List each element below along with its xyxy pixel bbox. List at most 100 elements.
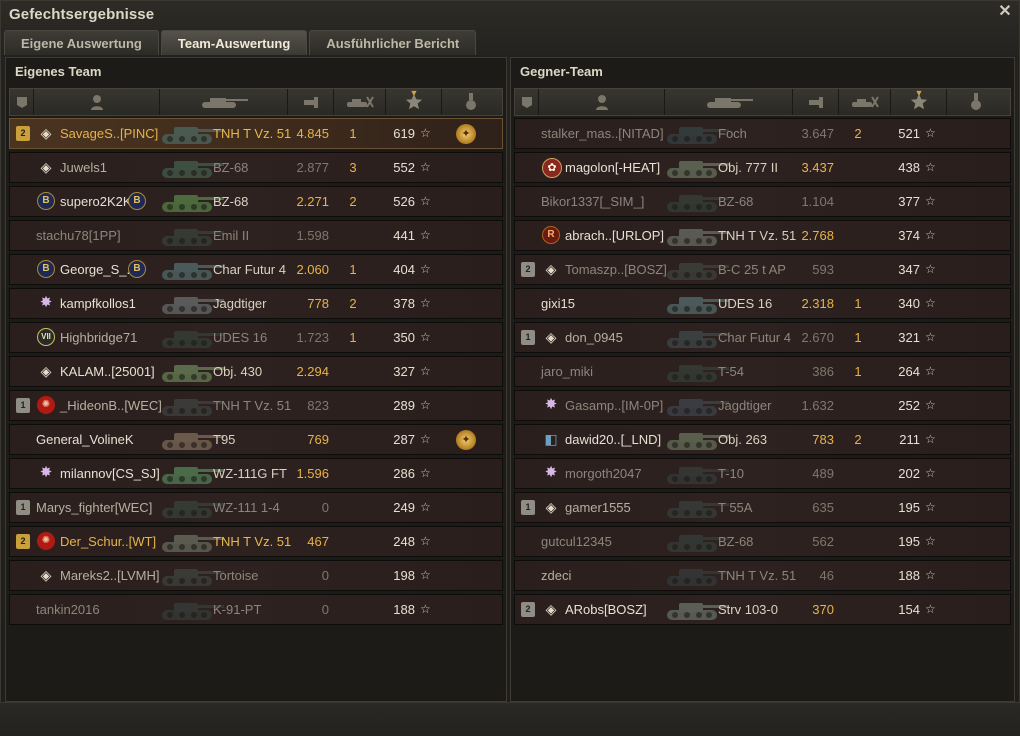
player-row[interactable]: 2 ✺ Der_Schur..[WT] TNH T Vz. 51 467 248 ☆ bbox=[9, 526, 503, 557]
damage-value: 2.060 bbox=[296, 262, 329, 277]
player-name[interactable]: kampfkollos1 bbox=[60, 289, 136, 318]
medal-icon[interactable]: ✦ bbox=[456, 430, 476, 450]
player-row[interactable]: stalker_mas..[NITAD] Foch 3.647 2 521 ☆ bbox=[514, 118, 1011, 149]
player-name[interactable]: gamer1555 bbox=[565, 493, 631, 522]
enemy-team-column-header: ▼ bbox=[514, 88, 1011, 116]
player-name[interactable]: Tomaszp..[BOSZ] bbox=[565, 255, 667, 284]
header-platoon-icon[interactable] bbox=[10, 89, 34, 115]
player-name[interactable]: Marys_fighter[WEC] bbox=[36, 493, 152, 522]
header-player-icon[interactable] bbox=[539, 89, 665, 115]
header-player-icon[interactable] bbox=[34, 89, 160, 115]
player-name[interactable]: Juwels1 bbox=[60, 153, 107, 182]
player-row[interactable]: 1 Marys_fighter[WEC] WZ-111 1-4 0 249 ☆ bbox=[9, 492, 503, 523]
player-name[interactable]: General_VolineK bbox=[36, 425, 134, 454]
player-name[interactable]: dawid20..[_LND] bbox=[565, 425, 661, 454]
header-platoon-icon[interactable] bbox=[515, 89, 539, 115]
close-icon[interactable]: ✕ bbox=[996, 3, 1014, 21]
player-row[interactable]: 1 ✺ _HideonB..[WEC] TNH T Vz. 51 823 289 ☆ bbox=[9, 390, 503, 421]
player-row[interactable]: ◈ Mareks2..[LVMH] Tortoise 0 198 ☆ bbox=[9, 560, 503, 591]
player-row[interactable]: ◈ KALAM..[25001] Obj. 430 2.294 327 ☆ bbox=[9, 356, 503, 387]
header-damage-icon[interactable] bbox=[793, 89, 839, 115]
player-row[interactable]: ◈ Juwels1 BZ-68 2.877 3 552 ☆ bbox=[9, 152, 503, 183]
tank-name: T-10 bbox=[718, 466, 745, 481]
player-row[interactable]: ✸ Gasamp..[IM-0P] Jagdtiger 1.632 252 ☆ bbox=[514, 390, 1011, 421]
player-name[interactable]: morgoth2047 bbox=[565, 459, 642, 488]
player-row[interactable]: stachu78[1PP] Emil II 1.598 441 ☆ bbox=[9, 220, 503, 251]
header-medal-icon[interactable] bbox=[442, 89, 500, 115]
enemy-team-title: Gegner-Team bbox=[520, 64, 603, 79]
player-row[interactable]: VII Highbridge71 UDES 16 1.723 1 350 ☆ bbox=[9, 322, 503, 353]
player-row[interactable]: ✿ magolon[-HEAT] Obj. 777 II 3.437 438 ☆ bbox=[514, 152, 1011, 183]
header-xp-star-icon[interactable]: ▼ bbox=[386, 88, 442, 115]
xp-star-icon: ☆ bbox=[420, 432, 431, 446]
header-xp-star-icon[interactable]: ▼ bbox=[891, 88, 947, 115]
xp-star-icon: ☆ bbox=[420, 330, 431, 344]
player-name[interactable]: SavageS..[PINC] bbox=[60, 119, 158, 148]
player-row[interactable]: Bsupero2K2K B BZ-68 2.271 2 526 ☆ bbox=[9, 186, 503, 217]
player-row[interactable]: jaro_miki T-54 386 1 264 ☆ bbox=[514, 356, 1011, 387]
player-row[interactable]: ✸ kampfkollos1 Jagdtiger 778 2 378 ☆ bbox=[9, 288, 503, 319]
player-row[interactable]: gixi15 UDES 16 2.318 1 340 ☆ bbox=[514, 288, 1011, 319]
player-row[interactable]: ◧ dawid20..[_LND] Obj. 263 783 2 211 ☆ bbox=[514, 424, 1011, 455]
medal-icon[interactable]: ✦ bbox=[456, 124, 476, 144]
player-name[interactable]: magolon[-HEAT] bbox=[565, 153, 660, 182]
tank-name: Char Futur 4 bbox=[718, 330, 791, 345]
player-name[interactable]: Bikor1337[_SIM_] bbox=[541, 187, 644, 216]
player-name[interactable]: _HideonB..[WEC] bbox=[60, 391, 162, 420]
clan-emblem-flower-icon: ✿ bbox=[542, 158, 562, 178]
player-name[interactable]: jaro_miki bbox=[541, 357, 593, 386]
player-name[interactable]: Der_Schur..[WT] bbox=[60, 527, 156, 556]
xp-star-icon: ☆ bbox=[925, 432, 936, 446]
player-name[interactable]: zdeci bbox=[541, 561, 571, 590]
player-name[interactable]: George_S_.. bbox=[60, 255, 134, 284]
clan-emblem-vii-icon: VII bbox=[37, 328, 55, 346]
player-row[interactable]: ✸ milannov[CS_SJ] WZ-111G FT 1.596 286 ☆ bbox=[9, 458, 503, 489]
player-row[interactable]: 2 ◈ Tomaszp..[BOSZ] B-C 25 t AP 593 347 ☆ bbox=[514, 254, 1011, 285]
xp-star-icon: ☆ bbox=[420, 262, 431, 276]
tank-name: Obj. 430 bbox=[213, 364, 263, 379]
player-row[interactable]: B George_S_.. B Char Futur 4 2.060 1 404 ☆ bbox=[9, 254, 503, 285]
player-name[interactable]: gutcul12345 bbox=[541, 527, 612, 556]
header-kills-icon[interactable] bbox=[839, 89, 891, 115]
player-name[interactable]: KALAM..[25001] bbox=[60, 357, 155, 386]
player-row[interactable]: General_VolineK T95 769 287 ☆ ✦ bbox=[9, 424, 503, 455]
clan-emblem-r-icon: R bbox=[542, 226, 560, 244]
player-name[interactable]: supero2K2K bbox=[60, 187, 132, 216]
player-row[interactable]: ✸ morgoth2047 T-10 489 202 ☆ bbox=[514, 458, 1011, 489]
tab-eigene-auswertung[interactable]: Eigene Auswertung bbox=[4, 30, 159, 55]
header-medal-icon[interactable] bbox=[947, 89, 1005, 115]
header-tank-icon[interactable] bbox=[665, 89, 793, 115]
player-row[interactable]: tankin2016 K-91-PT 0 188 ☆ bbox=[9, 594, 503, 625]
player-row[interactable]: 2 ◈ ARobs[BOSZ] Strv 103-0 370 154 ☆ bbox=[514, 594, 1011, 625]
player-name[interactable]: abrach..[URLOP] bbox=[565, 221, 664, 250]
header-tank-icon[interactable] bbox=[160, 89, 288, 115]
player-row[interactable]: zdeci TNH T Vz. 51 46 188 ☆ bbox=[514, 560, 1011, 591]
header-kills-icon[interactable] bbox=[334, 89, 386, 115]
player-row[interactable]: 2 ◈ SavageS..[PINC] TNH T Vz. 51 4.845 1 619 ☆ ✦ bbox=[9, 118, 503, 149]
player-name[interactable]: milannov[CS_SJ] bbox=[60, 459, 160, 488]
player-name[interactable]: ARobs[BOSZ] bbox=[565, 595, 647, 624]
player-row[interactable]: Bikor1337[_SIM_] BZ-68 1.104 377 ☆ bbox=[514, 186, 1011, 217]
player-name[interactable]: Mareks2..[LVMH] bbox=[60, 561, 159, 590]
own-team-list: 2 ◈ SavageS..[PINC] TNH T Vz. 51 4.845 1 619 ☆ ✦… bbox=[9, 118, 503, 628]
damage-value: 1.632 bbox=[801, 398, 834, 413]
player-row[interactable]: 1 ◈ gamer1555 T 55A 635 195 ☆ bbox=[514, 492, 1011, 523]
player-name[interactable]: Highbridge71 bbox=[60, 323, 137, 352]
player-row[interactable]: 1 ◈ don_0945 Char Futur 4 2.670 1 321 ☆ bbox=[514, 322, 1011, 353]
damage-value: 2.877 bbox=[296, 160, 329, 175]
tab-ausfuehrlicher-bericht[interactable]: Ausführlicher Bericht bbox=[309, 30, 477, 55]
player-name[interactable]: tankin2016 bbox=[36, 595, 100, 624]
player-name[interactable]: stachu78[1PP] bbox=[36, 221, 121, 250]
xp-star-icon: ☆ bbox=[420, 126, 431, 140]
player-name[interactable]: don_0945 bbox=[565, 323, 623, 352]
xp-star-icon: ☆ bbox=[925, 364, 936, 378]
header-damage-icon[interactable] bbox=[288, 89, 334, 115]
player-name[interactable]: Gasamp..[IM-0P] bbox=[565, 391, 663, 420]
player-name[interactable]: stalker_mas..[NITAD] bbox=[541, 119, 664, 148]
kills-value bbox=[338, 459, 368, 488]
player-row[interactable]: gutcul12345 BZ-68 562 195 ☆ bbox=[514, 526, 1011, 557]
player-name[interactable]: gixi15 bbox=[541, 289, 575, 318]
player-row[interactable]: Rabrach..[URLOP] TNH T Vz. 51 2.768 374 ☆ bbox=[514, 220, 1011, 251]
tab-team-auswertung[interactable]: Team-Auswertung bbox=[160, 30, 308, 55]
xp-star-icon: ☆ bbox=[925, 262, 936, 276]
